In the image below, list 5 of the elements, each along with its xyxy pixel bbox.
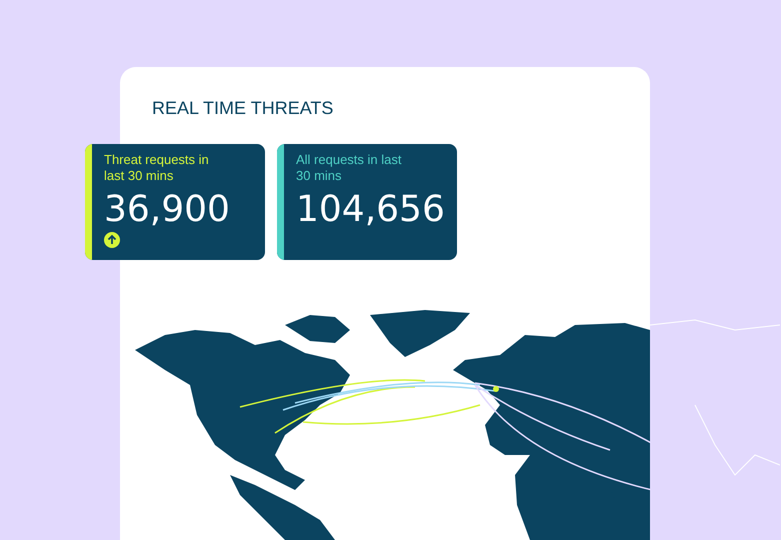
stat-value: 36,900 [104,188,230,232]
stat-label: Threat requests in last 30 mins [104,152,210,184]
panel-title: REAL TIME THREATS [152,97,334,120]
stat-label: All requests in last 30 mins [296,152,402,184]
stat-value: 104,656 [296,188,445,232]
